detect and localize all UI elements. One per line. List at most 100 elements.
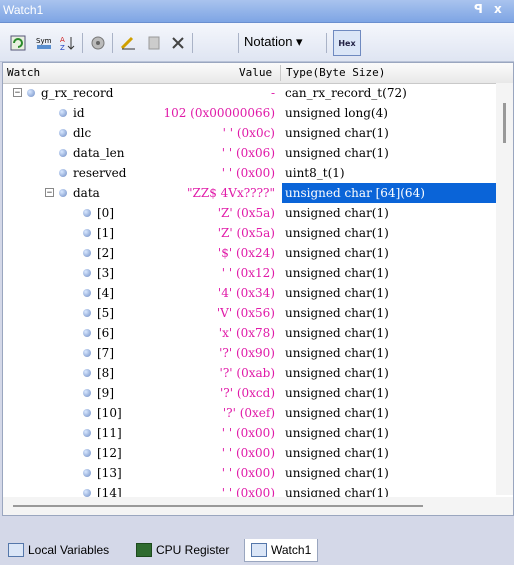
watch-type: can_rx_record_t(72) xyxy=(285,86,407,100)
watch-type: unsigned char(1) xyxy=(285,406,389,420)
watch-value[interactable]: "ZZ$ 4Vx????" xyxy=(3,186,275,200)
pin-icon[interactable]: ꟼ xyxy=(474,2,483,16)
watch-row[interactable]: − g_rx_record - can_rx_record_t(72) xyxy=(3,83,513,103)
watch-value[interactable]: '?' (0x90) xyxy=(3,346,275,360)
watch-type: unsigned char(1) xyxy=(285,446,389,460)
watch-type: unsigned char(1) xyxy=(285,426,389,440)
hex-toggle-button[interactable]: Hex xyxy=(333,30,361,56)
watch-type: unsigned char(1) xyxy=(285,206,389,220)
watch-value[interactable]: '?' (0xab) xyxy=(3,366,275,380)
watch-type: unsigned char(1) xyxy=(285,346,389,360)
watch-row[interactable]: − data "ZZ$ 4Vx????" unsigned char [64](64) xyxy=(3,183,513,203)
watch-value[interactable]: '?' (0xcd) xyxy=(3,386,275,400)
add-watch-icon[interactable] xyxy=(118,33,138,53)
separator xyxy=(192,33,193,53)
refresh-icon[interactable] xyxy=(8,33,28,53)
watch-value[interactable]: ' ' (0x06) xyxy=(3,146,275,160)
watch-type: unsigned char(1) xyxy=(285,146,389,160)
watch-row[interactable]: [6]'x' (0x78) unsigned char(1) xyxy=(3,323,513,343)
memory-icon[interactable] xyxy=(88,33,108,53)
vertical-scrollbar[interactable] xyxy=(496,83,513,495)
watch-value[interactable]: '$' (0x24) xyxy=(3,246,275,260)
watch-type: unsigned char(1) xyxy=(285,306,389,320)
toolbar: Sym AZ Notation ▾ Hex xyxy=(0,23,514,62)
watch-type: uint8_t(1) xyxy=(285,166,345,180)
watch-value[interactable]: '4' (0x34) xyxy=(3,286,275,300)
watch-value[interactable]: ' ' (0x0c) xyxy=(3,126,275,140)
watch-row[interactable]: [7] '?' (0x90) unsigned char(1) xyxy=(3,343,513,363)
watch-row[interactable]: [1] 'Z' (0x5a) unsigned char(1) xyxy=(3,223,513,243)
watch-value[interactable]: ' ' (0x00) xyxy=(3,426,275,440)
watch-value[interactable]: 102 (0x00000066) xyxy=(3,106,275,120)
watch-row[interactable]: [9] '?' (0xcd) unsigned char(1) xyxy=(3,383,513,403)
horizontal-scrollbar[interactable] xyxy=(3,497,513,515)
local-variables-icon xyxy=(8,543,24,557)
delete-icon[interactable] xyxy=(168,33,188,53)
watch-icon xyxy=(251,543,267,557)
watch-type: unsigned char(1) xyxy=(285,386,389,400)
header-type[interactable]: Type(Byte Size) xyxy=(286,66,385,79)
scroll-thumb[interactable] xyxy=(503,103,506,143)
watch-row[interactable]: id 102 (0x00000066) unsigned long(4) xyxy=(3,103,513,123)
watch-row[interactable]: [0] 'Z' (0x5a) unsigned char(1) xyxy=(3,203,513,223)
close-icon[interactable]: x xyxy=(494,2,502,16)
header-watch[interactable]: Watch xyxy=(7,66,40,79)
watch-value[interactable]: ' ' (0x00) xyxy=(3,446,275,460)
notation-dropdown[interactable]: Notation ▾ xyxy=(244,34,303,50)
tab-local-variables[interactable]: Local Variables xyxy=(8,539,109,561)
watch-value[interactable]: ' ' (0x12) xyxy=(3,266,275,280)
cpu-register-icon xyxy=(136,543,152,557)
watch-value[interactable]: 'Z' (0x5a) xyxy=(3,206,275,220)
watch-type: unsigned char(1) xyxy=(285,226,389,240)
watch-type: unsigned char(1) xyxy=(285,326,389,340)
sort-icon[interactable]: AZ xyxy=(58,33,78,53)
watch-row[interactable]: [10] '?' (0xef) unsigned char(1) xyxy=(3,403,513,423)
watch-value[interactable]: 'Z' (0x5a) xyxy=(3,226,275,240)
separator xyxy=(82,33,83,53)
watch-row[interactable]: [4] '4' (0x34) unsigned char(1) xyxy=(3,283,513,303)
separator xyxy=(238,33,239,53)
watch-type: unsigned char(1) xyxy=(285,266,389,280)
watch-row[interactable]: [3] ' ' (0x12) unsigned char(1) xyxy=(3,263,513,283)
tab-watch1[interactable]: Watch1 xyxy=(244,539,319,562)
watch-type: unsigned char(1) xyxy=(285,466,389,480)
watch-type: unsigned long(4) xyxy=(285,106,388,120)
bottom-tabs: Local Variables CPU Register Watch1 xyxy=(0,533,514,565)
watch-type: unsigned char(1) xyxy=(285,246,389,260)
column-header: Watch Value Type(Byte Size) xyxy=(3,63,513,84)
tab-label: CPU Register xyxy=(156,543,230,557)
watch-value[interactable]: ' ' (0x00) xyxy=(3,166,275,180)
watch-row[interactable]: [5] 'V' (0x56) unsigned char(1) xyxy=(3,303,513,323)
window-title: Watch1 xyxy=(3,3,44,17)
symbol-icon[interactable]: Sym xyxy=(34,33,54,53)
watch-type: unsigned char [64](64) xyxy=(282,183,496,203)
watch-value[interactable]: ' ' (0x00) xyxy=(3,466,275,480)
tab-label: Watch1 xyxy=(271,543,312,557)
svg-text:A: A xyxy=(60,36,65,44)
delete-all-icon[interactable] xyxy=(144,33,164,53)
title-bar: Watch1 ꟼ x xyxy=(0,0,514,23)
watch-row[interactable]: dlc ' ' (0x0c) unsigned char(1) xyxy=(3,123,513,143)
scroll-thumb[interactable] xyxy=(13,505,423,507)
watch-grid: Watch Value Type(Byte Size) − g_rx_record… xyxy=(2,62,514,516)
watch-value[interactable]: 'x' (0x78) xyxy=(3,326,275,340)
watch-value[interactable]: '?' (0xef) xyxy=(3,406,275,420)
column-divider[interactable] xyxy=(280,65,281,81)
watch-type: unsigned char(1) xyxy=(285,286,389,300)
watch-row[interactable]: reserved ' ' (0x00) uint8_t(1) xyxy=(3,163,513,183)
tab-label: Local Variables xyxy=(28,543,110,557)
watch-value[interactable]: - xyxy=(3,86,275,100)
tab-cpu-register[interactable]: CPU Register xyxy=(136,539,229,561)
svg-text:Sym: Sym xyxy=(36,37,52,45)
watch-type: unsigned char(1) xyxy=(285,126,389,140)
watch-row[interactable]: [13] ' ' (0x00) unsigned char(1) xyxy=(3,463,513,483)
watch-row[interactable]: [11] ' ' (0x00) unsigned char(1) xyxy=(3,423,513,443)
separator xyxy=(326,33,327,53)
watch-value[interactable]: 'V' (0x56) xyxy=(3,306,275,320)
svg-text:Z: Z xyxy=(60,44,65,51)
header-value[interactable]: Value xyxy=(239,66,272,79)
watch-row[interactable]: [2] '$' (0x24) unsigned char(1) xyxy=(3,243,513,263)
watch-row[interactable]: [8] '?' (0xab) unsigned char(1) xyxy=(3,363,513,383)
watch-row[interactable]: data_len ' ' (0x06) unsigned char(1) xyxy=(3,143,513,163)
watch-row[interactable]: [12] ' ' (0x00) unsigned char(1) xyxy=(3,443,513,463)
